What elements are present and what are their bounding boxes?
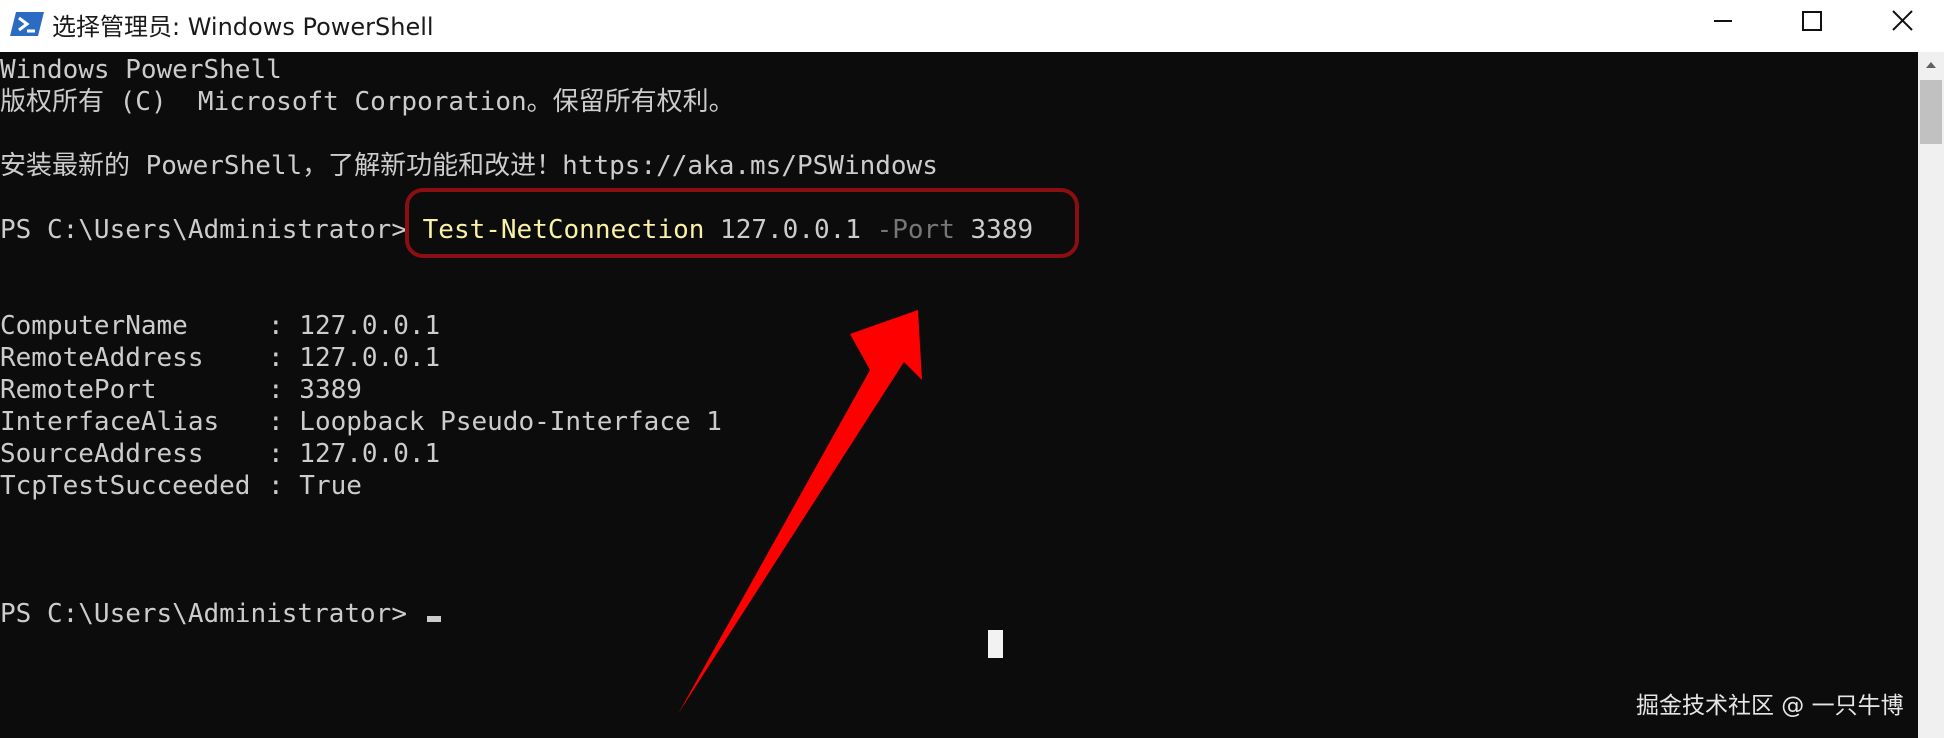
install-hint-line: 安装最新的 PowerShell，了解新功能和改进！https://aka.ms… xyxy=(0,151,938,181)
result-value: : 3389 xyxy=(268,375,362,405)
result-property: RemoteAddress xyxy=(0,343,204,373)
result-value: : True xyxy=(268,471,362,501)
result-row: InterfaceAlias : Loopback Pseudo-Interfac… xyxy=(0,406,722,438)
powershell-window: 选择管理员: Windows PowerShell Windows PowerS… xyxy=(0,0,1944,738)
result-value: : 127.0.0.1 xyxy=(268,343,441,373)
result-value: : 127.0.0.1 xyxy=(268,439,441,469)
watermark: 掘金技术社区 @ 一只牛博 xyxy=(1636,693,1904,719)
final-prompt-line[interactable]: PS C:\Users\Administrator> xyxy=(0,598,441,630)
vertical-scrollbar[interactable] xyxy=(1918,52,1944,738)
result-row: TcpTestSucceeded : True xyxy=(0,470,362,502)
result-property: SourceAddress xyxy=(0,439,204,469)
result-property: TcpTestSucceeded xyxy=(0,471,251,501)
maximize-icon xyxy=(1802,11,1822,31)
minimize-icon xyxy=(1714,20,1732,22)
title-bar[interactable]: 选择管理员: Windows PowerShell xyxy=(0,0,1944,52)
copyright-line: 版权所有 (C) Microsoft Corporation。保留所有权利。 xyxy=(0,87,735,117)
powershell-icon xyxy=(10,8,46,40)
result-value: : 127.0.0.1 xyxy=(268,311,441,341)
result-row: SourceAddress : 127.0.0.1 xyxy=(0,438,440,470)
result-property: RemotePort xyxy=(0,375,157,405)
result-value: : Loopback Pseudo-Interface 1 xyxy=(268,407,722,437)
command-highlight-box xyxy=(405,188,1079,258)
result-property: InterfaceAlias xyxy=(0,407,220,437)
text-cursor xyxy=(426,616,441,622)
result-row: ComputerName : 127.0.0.1 xyxy=(0,310,440,342)
window-title: 选择管理员: Windows PowerShell xyxy=(52,13,434,41)
prompt: PS C:\Users\Administrator> xyxy=(0,599,423,629)
result-row: RemoteAddress : 127.0.0.1 xyxy=(0,342,440,374)
close-button[interactable] xyxy=(1856,0,1944,44)
result-property: ComputerName xyxy=(0,311,188,341)
scroll-up-arrow-icon[interactable] xyxy=(1918,52,1944,78)
header-line: Windows PowerShell xyxy=(0,55,282,85)
close-icon xyxy=(1892,10,1913,31)
result-row: RemotePort : 3389 xyxy=(0,374,362,406)
terminal-output[interactable]: Windows PowerShell 版权所有 (C) Microsoft Co… xyxy=(0,52,1918,738)
scrollbar-thumb[interactable] xyxy=(1920,80,1942,144)
prompt: PS C:\Users\Administrator> xyxy=(0,215,423,245)
minimize-button[interactable] xyxy=(1676,0,1770,44)
maximize-button[interactable] xyxy=(1766,0,1860,44)
mouse-ibeam-cursor xyxy=(988,630,1003,658)
